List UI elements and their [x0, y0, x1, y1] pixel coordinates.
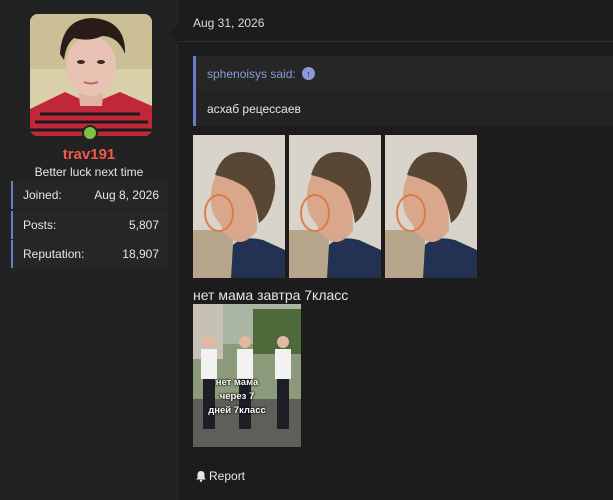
arrow-up-circle-icon[interactable]: ↑ [301, 67, 315, 80]
attachment-image[interactable] [385, 135, 477, 278]
bell-icon [196, 471, 206, 482]
stat-label: Posts: [23, 217, 57, 232]
report-button[interactable]: Report [195, 469, 245, 483]
username[interactable]: trav191 [0, 146, 178, 163]
user-title: Better luck next time [34, 165, 144, 179]
stat-posts: Posts: 5,807 [11, 210, 168, 239]
stat-label: Joined: [23, 188, 62, 202]
quote-block: sphenoisys said: ↑ асхаб рецессаев [193, 56, 613, 126]
report-label: Report [209, 469, 246, 483]
stat-label: Reputation: [23, 247, 85, 261]
online-status-dot [82, 125, 98, 141]
quote-author[interactable]: sphenoisys said: [207, 67, 296, 81]
photo-caption: нет мама через 7 дней 7класс [208, 377, 266, 416]
user-panel: trav191 Better luck next time Joined: Au… [0, 0, 178, 500]
divider [178, 41, 613, 42]
user-stats: Joined: Aug 8, 2026 Posts: 5,807 Reputat… [11, 181, 168, 270]
stat-value: Aug 8, 2026 [94, 188, 159, 202]
stat-value: 18,907 [122, 247, 159, 261]
attachment-image[interactable] [193, 135, 285, 278]
quote-text: асхаб рецессаев [207, 101, 301, 116]
post-text: нет мама завтра 7класс [193, 287, 349, 303]
attachment-photo[interactable]: нет мама через 7 дней 7класс [193, 304, 301, 447]
post-date[interactable]: Aug 31, 2026 [193, 16, 264, 30]
stat-joined: Joined: Aug 8, 2026 [11, 181, 168, 209]
post-arrow [168, 24, 178, 44]
avatar[interactable] [30, 14, 152, 136]
stat-reputation: Reputation: 18,907 [11, 240, 168, 268]
attachment-image[interactable] [289, 135, 381, 278]
stat-value: 5,807 [128, 217, 159, 232]
post-body: Aug 31, 2026 sphenoisys said: ↑ асхаб ре… [168, 0, 613, 500]
quote-header: sphenoisys said: ↑ [196, 56, 613, 91]
